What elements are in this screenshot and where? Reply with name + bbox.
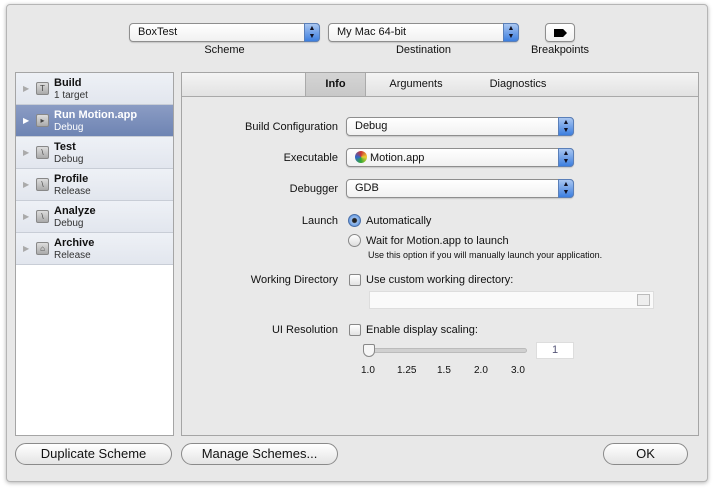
breakpoint-icon bbox=[554, 29, 567, 37]
wrench-icon: \ bbox=[36, 146, 49, 159]
display-scaling-label[interactable]: Enable display scaling: bbox=[366, 324, 478, 336]
updown-arrows-icon: ▲ ▼ bbox=[558, 148, 574, 167]
destination-popup[interactable]: My Mac 64-bit ▲ ▼ bbox=[328, 23, 519, 42]
hammer-icon: T bbox=[36, 82, 49, 95]
scale-tick-label: 2.0 bbox=[474, 365, 488, 376]
ui-resolution-label: UI Resolution bbox=[271, 324, 338, 336]
wrench-icon: \ bbox=[36, 178, 49, 191]
launch-wait-radio[interactable] bbox=[348, 234, 361, 247]
custom-working-directory-checkbox[interactable] bbox=[349, 274, 361, 286]
scheme-popup[interactable]: BoxTest ▲ ▼ bbox=[129, 23, 320, 42]
launch-label: Launch bbox=[301, 215, 338, 227]
display-scaling-checkbox[interactable] bbox=[349, 324, 361, 336]
item-title: Analyze bbox=[54, 205, 96, 217]
scale-tick-label: 1.0 bbox=[361, 365, 375, 376]
tab-diagnostics[interactable]: Diagnostics bbox=[466, 73, 570, 96]
disclosure-triangle-icon[interactable]: ▶ bbox=[23, 212, 29, 221]
scale-tick-label: 1.25 bbox=[397, 365, 417, 376]
build-configuration-label: Build Configuration bbox=[245, 121, 338, 133]
disclosure-triangle-icon[interactable]: ▶ bbox=[23, 116, 29, 125]
tab-info[interactable]: Info bbox=[305, 73, 366, 96]
updown-arrows-icon: ▲ ▼ bbox=[558, 117, 574, 136]
scheme-label: Scheme bbox=[204, 44, 245, 56]
disclosure-triangle-icon[interactable]: ▶ bbox=[23, 84, 29, 93]
scale-slider-track[interactable] bbox=[366, 348, 527, 353]
item-title: Build bbox=[54, 77, 82, 89]
scheme-value: BoxTest bbox=[138, 26, 178, 38]
destination-label: Destination bbox=[395, 44, 452, 56]
scale-slider-thumb[interactable] bbox=[363, 344, 375, 357]
manage-schemes-button[interactable]: Manage Schemes... bbox=[181, 443, 338, 465]
disclosure-triangle-icon[interactable]: ▶ bbox=[23, 148, 29, 157]
working-directory-label: Working Directory bbox=[250, 274, 338, 286]
item-subtitle: Debug bbox=[54, 218, 84, 229]
sidebar-item-build[interactable]: ▶ T Build 1 target bbox=[16, 73, 173, 105]
launch-automatically-radio[interactable] bbox=[348, 214, 361, 227]
executable-popup[interactable]: Motion.app ▲ ▼ bbox=[346, 148, 574, 167]
launch-note: Use this option if you will manually lau… bbox=[368, 250, 603, 260]
tab-arguments[interactable]: Arguments bbox=[366, 73, 466, 96]
disclosure-triangle-icon[interactable]: ▶ bbox=[23, 244, 29, 253]
item-subtitle: Debug bbox=[54, 154, 84, 165]
item-subtitle: Release bbox=[54, 250, 91, 261]
item-title: Archive bbox=[54, 237, 95, 249]
debugger-value: GDB bbox=[355, 182, 379, 194]
debugger-popup[interactable]: GDB ▲ ▼ bbox=[346, 179, 574, 198]
tab-bar: Info Arguments Diagnostics bbox=[182, 73, 698, 97]
build-configuration-value: Debug bbox=[355, 120, 388, 132]
sidebar-item-profile[interactable]: ▶ \ Profile Release bbox=[16, 169, 173, 201]
breakpoints-label: Breakpoints bbox=[530, 44, 590, 56]
debugger-label: Debugger bbox=[289, 183, 338, 195]
disclosure-triangle-icon[interactable]: ▶ bbox=[23, 180, 29, 189]
launch-wait-label[interactable]: Wait for Motion.app to launch bbox=[366, 235, 509, 247]
folder-browse-icon[interactable] bbox=[637, 294, 650, 306]
sidebar-item-run[interactable]: ▶ ▸ Run Motion.app Debug bbox=[16, 105, 173, 137]
working-directory-field[interactable] bbox=[369, 291, 654, 309]
item-title: Test bbox=[54, 141, 76, 153]
ok-button[interactable]: OK bbox=[603, 443, 688, 465]
archive-icon: ⌂ bbox=[36, 242, 49, 255]
play-icon: ▸ bbox=[36, 114, 49, 127]
app-icon bbox=[355, 151, 367, 163]
item-subtitle: 1 target bbox=[54, 90, 88, 101]
sidebar-item-analyze[interactable]: ▶ \ Analyze Debug bbox=[16, 201, 173, 233]
item-title: Profile bbox=[54, 173, 89, 185]
custom-working-directory-label[interactable]: Use custom working directory: bbox=[366, 274, 513, 286]
updown-arrows-icon: ▲ ▼ bbox=[503, 23, 519, 42]
scheme-action-list: ▶ T Build 1 target ▶ ▸ Run Motion.app Debug ▶ \… bbox=[15, 72, 174, 436]
build-configuration-popup[interactable]: Debug ▲ ▼ bbox=[346, 117, 574, 136]
updown-arrows-icon: ▲ ▼ bbox=[558, 179, 574, 198]
launch-automatically-label[interactable]: Automatically bbox=[366, 215, 431, 227]
scale-value-field[interactable]: 1 bbox=[536, 342, 574, 359]
scale-tick-label: 1.5 bbox=[437, 365, 451, 376]
wrench-icon: \ bbox=[36, 210, 49, 223]
executable-value: Motion.app bbox=[370, 152, 425, 164]
item-title: Run Motion.app bbox=[54, 109, 138, 121]
executable-label: Executable bbox=[283, 152, 338, 164]
sidebar-item-test[interactable]: ▶ \ Test Debug bbox=[16, 137, 173, 169]
updown-arrows-icon: ▲ ▼ bbox=[304, 23, 320, 42]
sidebar-item-archive[interactable]: ▶ ⌂ Archive Release bbox=[16, 233, 173, 265]
breakpoints-button[interactable] bbox=[545, 23, 575, 42]
duplicate-scheme-button[interactable]: Duplicate Scheme bbox=[15, 443, 172, 465]
item-subtitle: Release bbox=[54, 186, 91, 197]
item-subtitle: Debug bbox=[54, 122, 84, 133]
destination-value: My Mac 64-bit bbox=[337, 26, 407, 38]
scale-tick-label: 3.0 bbox=[511, 365, 525, 376]
